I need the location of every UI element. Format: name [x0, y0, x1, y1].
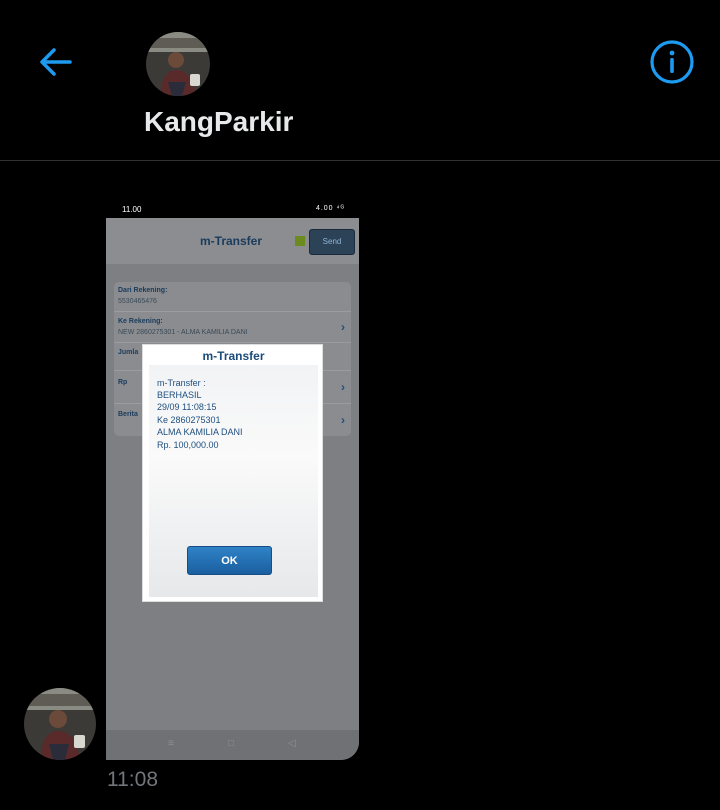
- contact-avatar[interactable]: [146, 32, 210, 96]
- menu-icon: ≡: [168, 738, 174, 749]
- dialog-line: BERHASIL: [157, 390, 202, 400]
- phone-status-bar: 11.00 4.00 ⁴ᴳ: [106, 198, 359, 218]
- phone-status-icons: 4.00 ⁴ᴳ: [315, 205, 345, 212]
- send-button: Send: [309, 229, 355, 255]
- arrow-left-icon: [40, 48, 72, 76]
- contact-name[interactable]: KangParkir: [144, 106, 293, 138]
- home-icon: □: [228, 738, 235, 749]
- back-button[interactable]: [34, 40, 78, 84]
- form-row-source: Dari Rekening: 5530465476: [114, 282, 351, 312]
- chevron-right-icon: ›: [341, 320, 345, 334]
- sender-avatar[interactable]: [24, 688, 96, 760]
- back-nav-icon: ◁: [288, 738, 296, 749]
- chevron-right-icon: ›: [341, 380, 345, 394]
- ok-button: OK: [187, 546, 272, 575]
- dialog-title: m-Transfer: [202, 349, 265, 363]
- app-toolbar: m-Transfer Send: [106, 218, 359, 264]
- dialog-line: Rp. 100,000.00: [157, 440, 219, 450]
- dialog-line: 29/09 11:08:15: [157, 402, 217, 412]
- transfer-result-dialog: m-Transfer m-Transfer : BERHASIL 29/09 1…: [142, 344, 323, 602]
- info-icon: [650, 40, 694, 84]
- chevron-right-icon: ›: [341, 413, 345, 427]
- form-label: Rp: [118, 379, 128, 386]
- conversation-info-button[interactable]: [648, 38, 696, 86]
- dialog-line: ALMA KAMILIA DANI: [157, 427, 243, 437]
- form-value: NEW 2860275301 - ALMA KAMILIA DANI: [118, 329, 248, 336]
- phone-nav-bar: ≡ □ ◁: [106, 730, 359, 760]
- form-label: Dari Rekening:: [118, 287, 168, 294]
- dialog-line: Ke 2860275301: [157, 415, 221, 425]
- conversation-header: KangParkir: [0, 0, 720, 161]
- message-timestamp: 11:08: [107, 768, 158, 791]
- form-value: 5530465476: [118, 298, 157, 305]
- app-title: m-Transfer: [200, 234, 263, 248]
- form-label: Berita: [118, 411, 138, 418]
- status-indicator: [295, 236, 305, 246]
- avatar-photo: [24, 688, 96, 760]
- image-attachment[interactable]: 11.00 4.00 ⁴ᴳ m-Transfer Send Dari Reken…: [106, 198, 359, 760]
- form-label: Ke Rekening:: [118, 318, 163, 325]
- phone-time: 11.00: [122, 205, 142, 214]
- form-label: Jumla: [118, 349, 139, 356]
- avatar-photo: [146, 32, 210, 96]
- dialog-line: m-Transfer :: [157, 378, 206, 388]
- form-row-destination: Ke Rekening: NEW 2860275301 - ALMA KAMIL…: [114, 312, 351, 343]
